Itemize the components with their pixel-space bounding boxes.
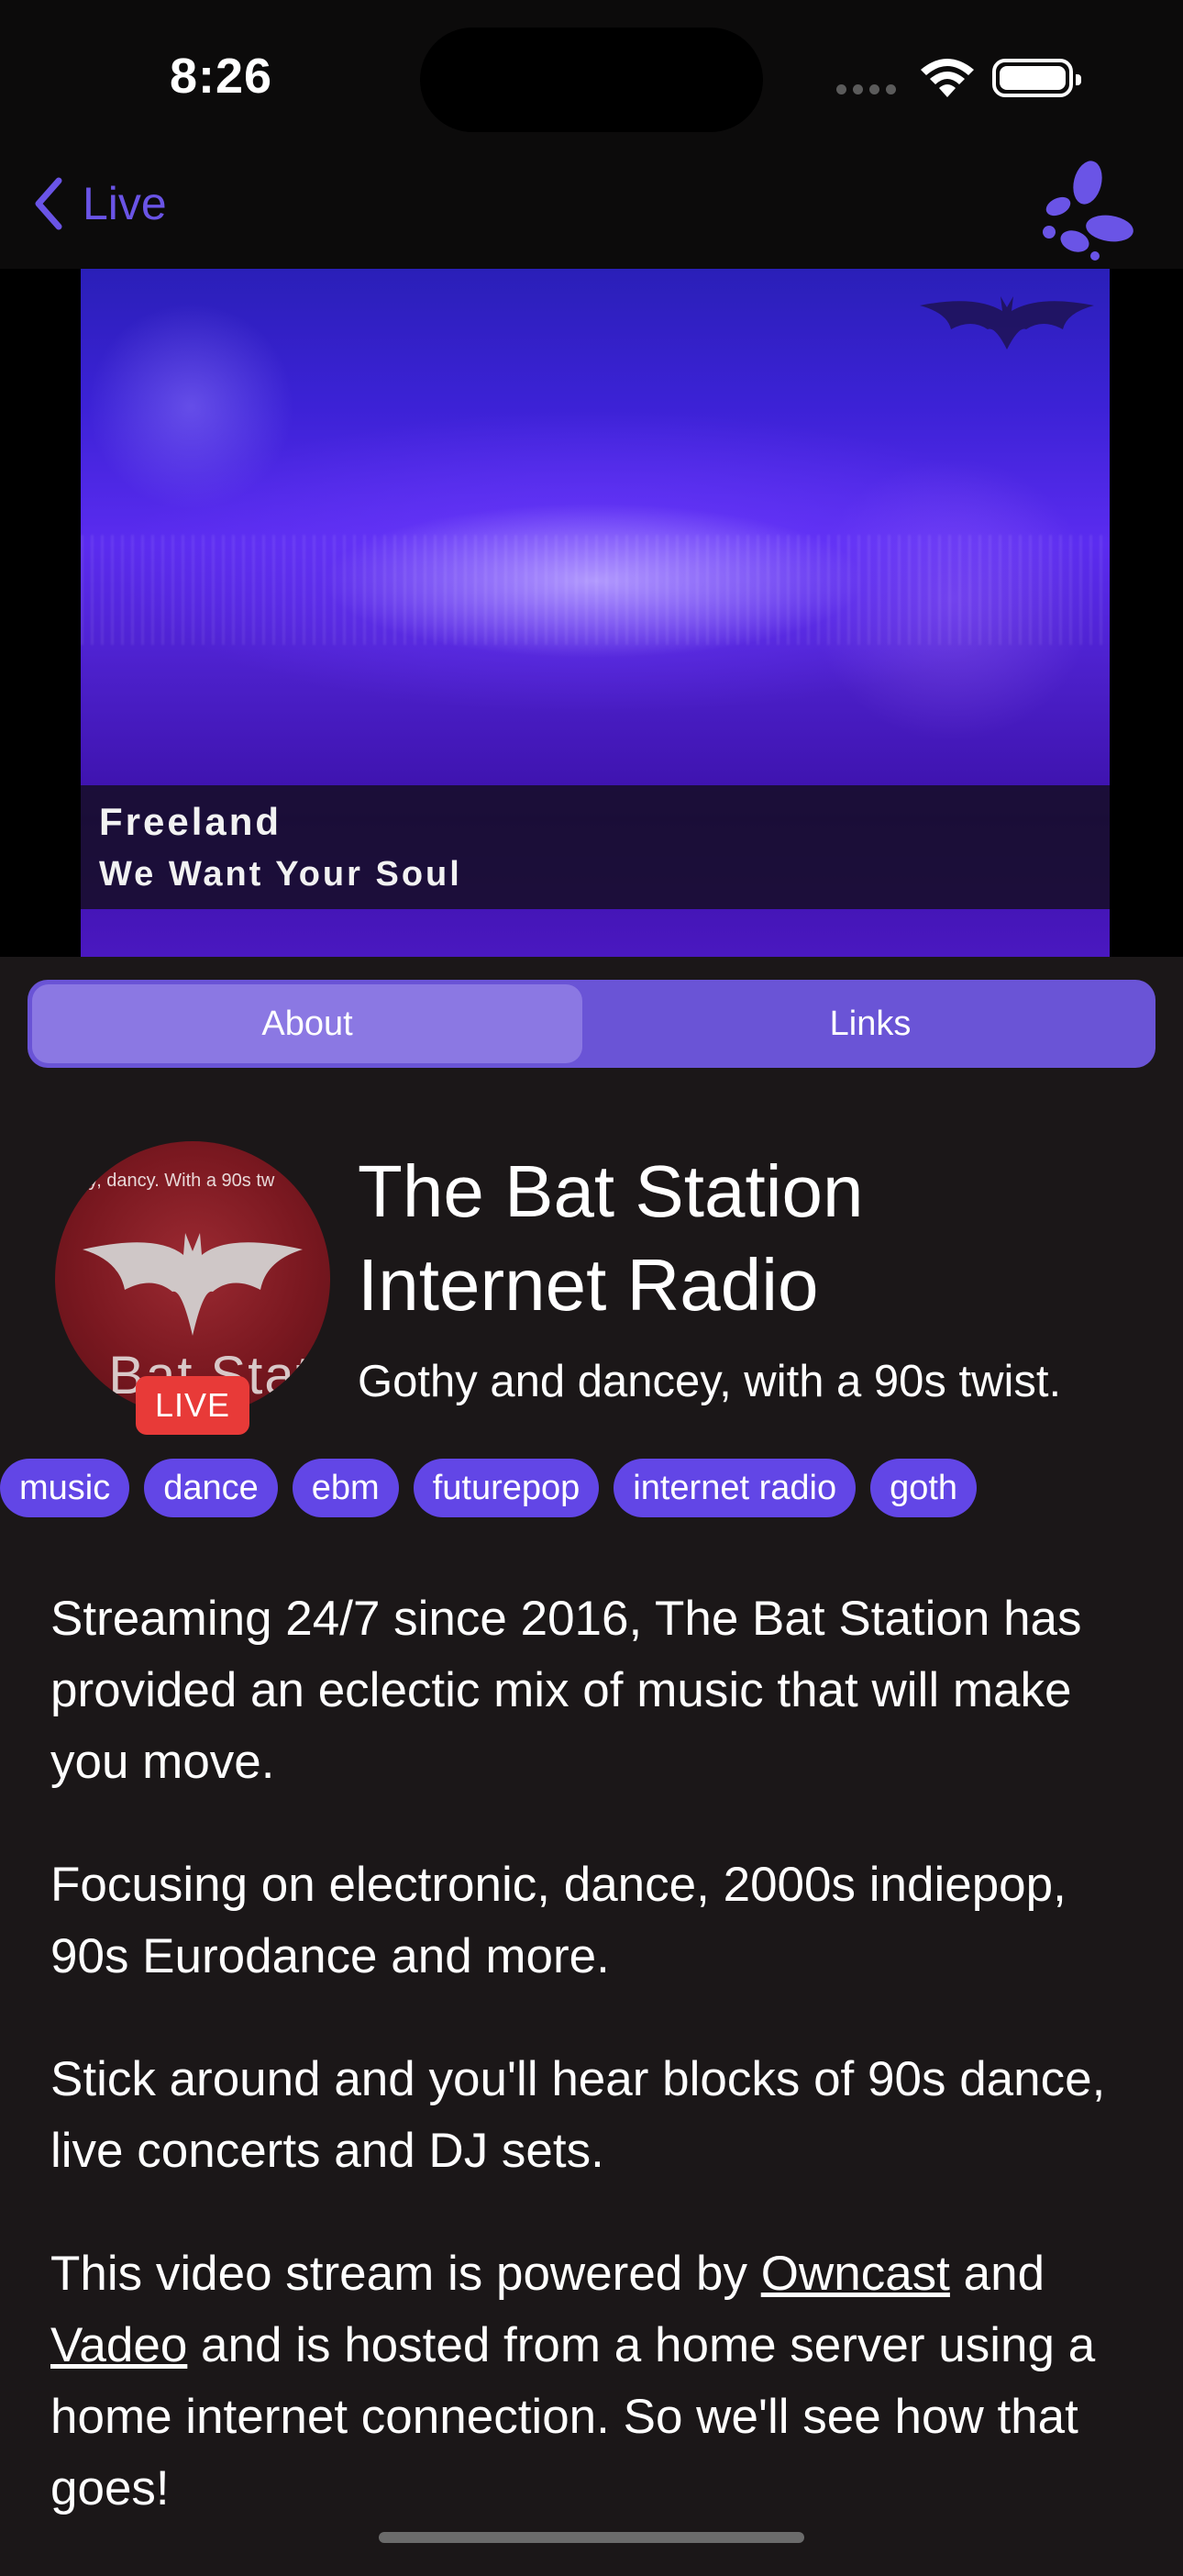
description-paragraph: This video stream is powered by Owncast … — [50, 2238, 1142, 2525]
segmented-control: About Links — [28, 980, 1155, 1068]
station-tagline: Gothy and dancey, with a 90s twist. — [358, 1357, 1062, 1406]
station-name-line-2: Internet Radio — [358, 1244, 819, 1326]
now-playing-title: We Want Your Soul — [99, 855, 462, 894]
video-player[interactable]: Freeland We Want Your Soul — [0, 269, 1183, 957]
vadeo-link[interactable]: Vadeo — [50, 2318, 187, 2372]
tab-links[interactable]: Links — [592, 984, 1149, 1063]
description-paragraph: Stick around and you'll hear blocks of 9… — [50, 2052, 1106, 2178]
avatar-bat-icon — [83, 1233, 303, 1336]
dynamic-island — [420, 28, 763, 132]
description-text: This video stream is powered by — [50, 2247, 761, 2301]
chevron-left-icon — [35, 177, 62, 230]
now-playing-artist: Freeland — [99, 800, 282, 843]
battery-icon — [992, 59, 1081, 97]
tag-chip[interactable]: music — [0, 1459, 130, 1517]
back-button[interactable]: Live — [33, 177, 167, 230]
now-playing-caption: Freeland We Want Your Soul — [81, 785, 1110, 909]
owncast-logo-icon[interactable] — [1025, 159, 1135, 261]
tag-chip[interactable]: futurepop — [413, 1459, 600, 1517]
description-text: and — [949, 2247, 1045, 2301]
tag-chip[interactable]: dance — [144, 1459, 278, 1517]
description-text: and is hosted from a home server using a… — [50, 2318, 1096, 2515]
bat-icon — [920, 296, 1094, 350]
station-avatar: thy, dancy. With a 90s tw e Bat Stati — [55, 1141, 330, 1416]
back-label: Live — [83, 178, 167, 229]
owncast-link[interactable]: Owncast — [761, 2247, 950, 2301]
cellular-signal-icon — [836, 84, 896, 94]
station-name: The Bat Station Internet Radio — [358, 1145, 863, 1332]
home-indicator[interactable] — [379, 2532, 804, 2543]
tag-chip[interactable]: ebm — [292, 1459, 399, 1517]
status-time: 8:26 — [170, 49, 273, 104]
status-bar: 8:26 — [0, 0, 1183, 151]
tag-chip[interactable]: internet radio — [614, 1459, 857, 1517]
tag-list: music dance ebm futurepop internet radio… — [0, 1459, 978, 1517]
wifi-icon — [921, 59, 974, 97]
tab-about[interactable]: About — [32, 984, 582, 1063]
live-badge: LIVE — [136, 1376, 249, 1435]
station-description: Streaming 24/7 since 2016, The Bat Stati… — [50, 1583, 1142, 2576]
tag-chip[interactable]: goth — [870, 1459, 978, 1517]
navigation-bar: Live — [0, 151, 1183, 269]
video-frame[interactable]: Freeland We Want Your Soul — [81, 269, 1110, 957]
description-paragraph: Streaming 24/7 since 2016, The Bat Stati… — [50, 1592, 1082, 1789]
visualizer-streaks — [81, 535, 1110, 645]
avatar-caption-top: thy, dancy. With a 90s tw — [73, 1171, 275, 1191]
description-paragraph: Focusing on electronic, dance, 2000s ind… — [50, 1858, 1067, 1983]
station-name-line-1: The Bat Station — [358, 1150, 864, 1232]
